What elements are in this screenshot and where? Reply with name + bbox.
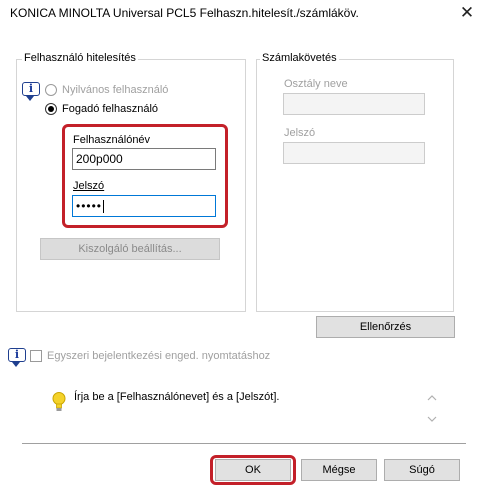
department-label: Osztály neve (284, 78, 348, 90)
public-user-info-icon: i (22, 82, 42, 104)
auth-group-label: Felhasználó hitelesítés (22, 52, 138, 65)
scroll-down-icon[interactable] (427, 414, 437, 426)
recipient-user-label: Fogadó felhasználó (62, 103, 159, 115)
close-button[interactable]: ✕ (452, 0, 482, 26)
server-settings-button[interactable]: Kiszolgáló beállítás... (40, 238, 220, 260)
public-user-label: Nyilvános felhasználó (62, 84, 169, 96)
username-input[interactable]: 200p000 (72, 148, 216, 170)
single-signon-info-icon: i (8, 348, 28, 370)
cancel-button[interactable]: Mégse (301, 459, 377, 481)
account-password-label: Jelszó (284, 127, 316, 139)
help-button[interactable]: Súgó (384, 459, 460, 481)
ok-button[interactable]: OK (215, 459, 291, 481)
password-input[interactable]: ••••• (72, 195, 216, 217)
username-label: Felhasználónév (73, 134, 151, 146)
single-signon-checkbox[interactable] (30, 350, 42, 362)
account-group-label: Számlakövetés (260, 52, 339, 65)
single-signon-label: Egyszeri bejelentkezési enged. nyomtatás… (47, 350, 271, 362)
separator (22, 443, 466, 444)
public-user-radio[interactable] (45, 84, 57, 96)
recipient-user-radio[interactable] (45, 103, 57, 115)
department-input[interactable] (283, 93, 425, 115)
close-icon: ✕ (459, 3, 475, 22)
window-title: KONICA MINOLTA Universal PCL5 Felhaszn.h… (10, 6, 359, 20)
account-password-input[interactable] (283, 142, 425, 164)
scroll-up-icon[interactable] (427, 394, 437, 405)
hint-text: Írja be a [Felhasználónevet] és a [Jelsz… (74, 391, 280, 403)
lightbulb-icon (52, 392, 66, 414)
verify-button[interactable]: Ellenőrzés (316, 316, 455, 338)
password-label: Jelszó (73, 180, 105, 192)
